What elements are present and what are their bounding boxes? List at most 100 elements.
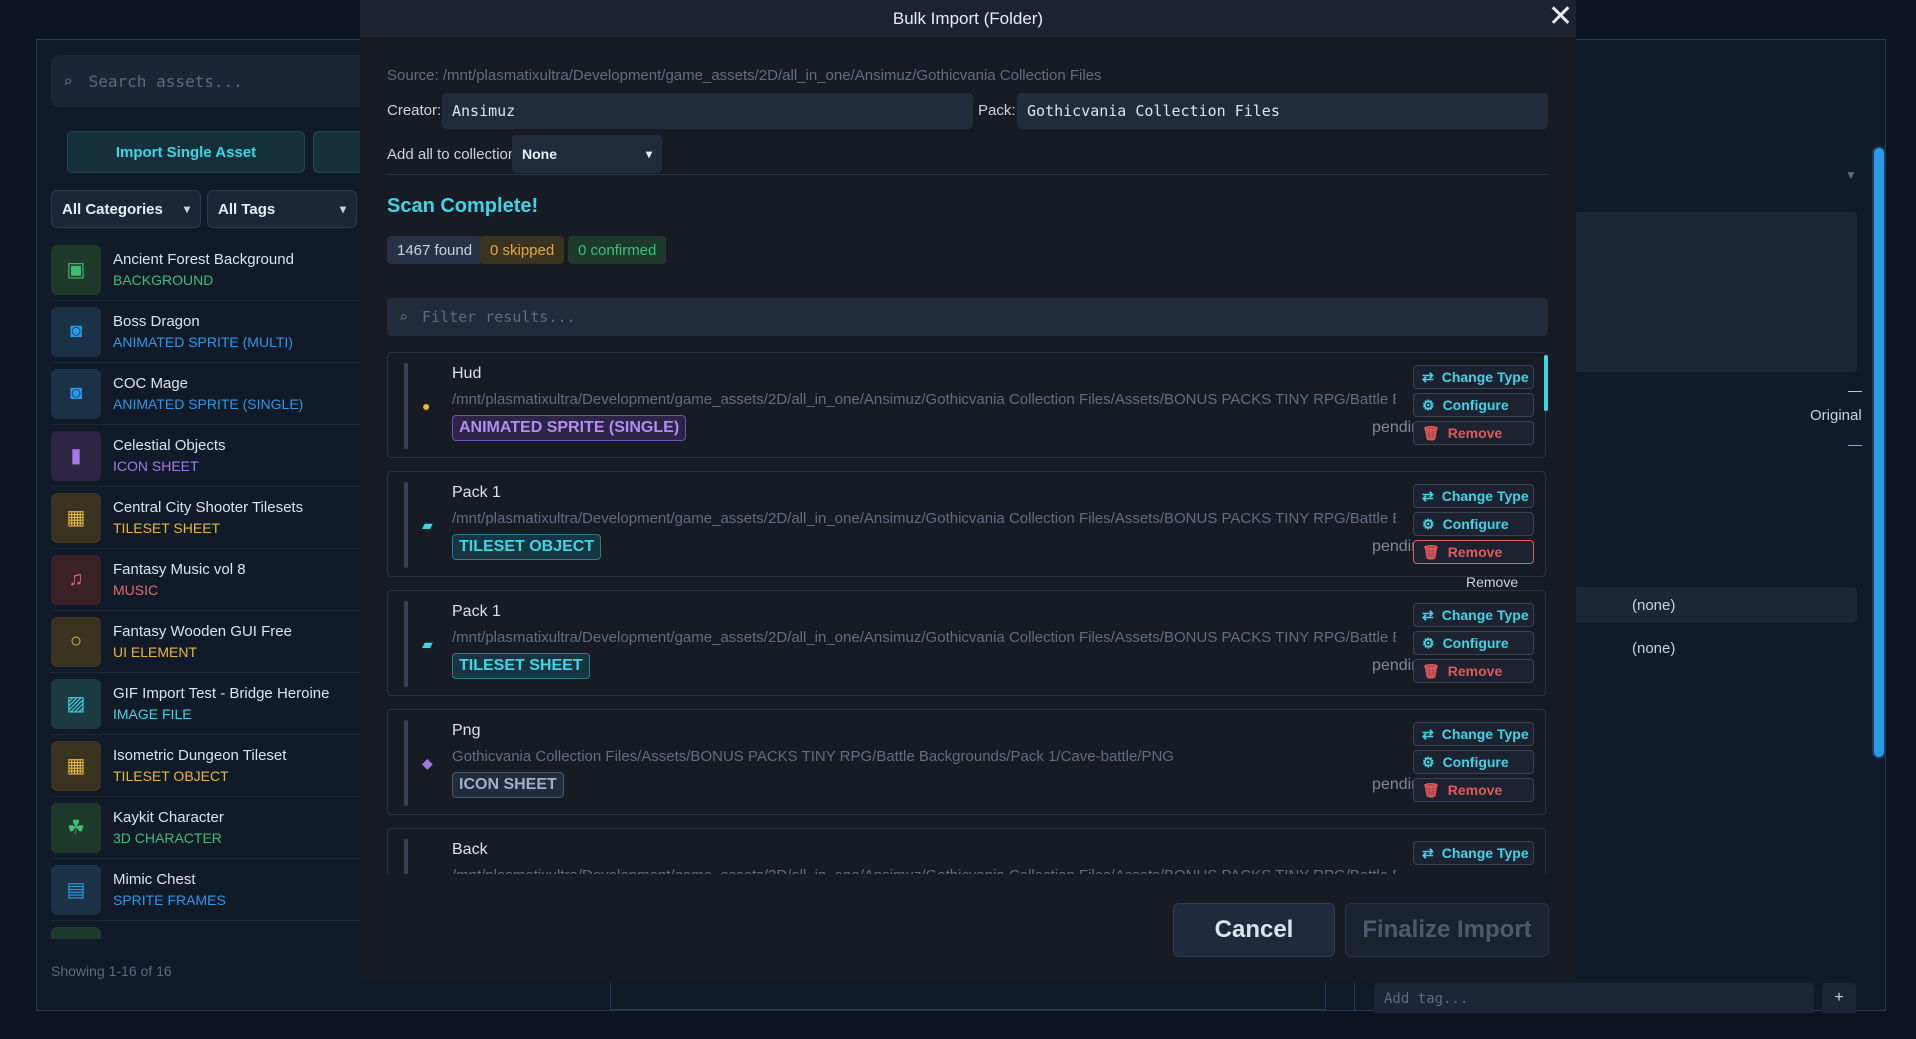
gear-icon: ⚙ [1422,515,1435,532]
asset-type-icon: ▰ [422,636,433,652]
details-field-value[interactable]: (none) [1574,587,1857,623]
card-accent-bar [404,720,408,806]
asset-list-item[interactable]: ▮ Celestial Objects ICON SHEET [51,425,361,487]
chevron-down-icon[interactable]: ▼ [1845,168,1857,182]
results-scrollbar-thumb[interactable] [1544,355,1548,411]
asset-name: Central City Shooter Tilesets [113,499,304,516]
asset-list-item[interactable]: ▣ Ancient Forest Background BACKGROUND [51,239,361,301]
map-icon: ▮ [51,430,101,481]
remove-button[interactable]: 🗑 Remove [1413,421,1534,445]
asset-type: MUSIC [113,582,159,598]
result-name: Back [452,841,488,858]
configure-button[interactable]: ⚙ Configure [1413,393,1534,417]
result-card: Back/mnt/plasmatixultra/Development/game… [387,828,1546,874]
result-path: /mnt/plasmatixultra/Development/game_ass… [452,867,1396,874]
asset-type: ANIMATED SPRITE (SINGLE) [113,396,304,412]
collection-select[interactable]: None ▾ [512,135,662,173]
import-single-asset-button[interactable]: Import Single Asset [67,131,305,173]
chevron-down-icon: ▾ [339,202,346,216]
search-icon: ⌕ [63,71,73,91]
asset-name: COC Mage [113,375,189,392]
trash-icon: 🗑 [1422,543,1440,560]
collection-label: Add all to collection: [387,146,521,163]
remove-button[interactable]: 🗑 Remove [1413,659,1534,683]
result-name: Hud [452,365,482,382]
confirmed-badge: 0 confirmed [568,236,667,264]
asset-name: Boss Dragon [113,313,200,330]
remove-button[interactable]: 🗑 Remove [1413,778,1534,802]
pack-field[interactable]: Gothicvania Collection Files [1017,93,1548,129]
asset-list-item[interactable]: ▦ Central City Shooter Tilesets TILESET SH… [51,487,361,549]
asset-list-item[interactable]: ◙ COC Mage ANIMATED SPRITE (SINGLE) [51,363,361,425]
card-accent-bar [404,363,408,449]
original-label: Original [1810,407,1862,424]
details-dash: — [1848,436,1862,452]
trash-icon: 🗑 [1422,424,1440,441]
picture-icon: ▨ [51,678,101,729]
details-dash: — [1848,382,1862,398]
creator-field[interactable]: Ansimuz [442,93,973,129]
asset-type-icon: ▰ [422,517,433,533]
configure-button[interactable]: ⚙ Configure [1413,631,1534,655]
filter-results-input[interactable]: ⌕ Filter results... [387,298,1548,336]
asset-list-item[interactable]: ♫ Fantasy Music vol 8 MUSIC [51,549,361,611]
asset-list-item[interactable]: ▣PSX Mega Pack [51,921,361,939]
asset-list-item[interactable]: ☘ Kaykit Character 3D CHARACTER [51,797,361,859]
add-tag-button[interactable]: + [1822,983,1856,1013]
add-tag-input[interactable]: Add tag... [1374,983,1814,1013]
change-type-button[interactable]: ⇄ Change Type [1413,722,1534,746]
result-card: ◆ Png Gothicvania Collection Files/Assets/… [387,709,1546,815]
finalize-import-button[interactable]: Finalize Import [1345,903,1549,957]
change-type-button[interactable]: ⇄ Change Type [1413,365,1534,389]
change-type-button[interactable]: ⇄ Change Type [1413,841,1534,865]
result-name: Png [452,722,481,739]
pack-label: Pack: [978,102,1016,119]
source-path: Source: /mnt/plasmatixultra/Development/… [387,67,1102,84]
frames-icon: ▤ [51,864,101,915]
result-path: /mnt/plasmatixultra/Development/game_ass… [452,629,1396,646]
asset-type: TILESET OBJECT [113,768,229,784]
configure-button[interactable]: ⚙ Configure [1413,750,1534,774]
asset-name: Celestial Objects [113,437,226,454]
configure-button[interactable]: ⚙ Configure [1413,512,1534,536]
music-icon: ♫ [51,554,101,605]
sprite-icon: ◙ [51,306,101,357]
result-type-badge: TILESET SHEET [452,653,590,679]
result-type-badge: TILESET OBJECT [452,534,602,560]
asset-list-item[interactable]: ○ Fantasy Wooden GUI Free UI ELEMENT [51,611,361,673]
creator-label: Creator: [387,102,442,119]
remove-button[interactable]: 🗑 Remove [1413,540,1534,564]
image-icon: ▣ [51,244,101,295]
chevron-down-icon: ▾ [183,202,190,216]
result-path: /mnt/plasmatixultra/Development/game_ass… [452,510,1396,527]
asset-list-item[interactable]: ▦ Isometric Dungeon Tileset TILESET OBJECT [51,735,361,797]
search-icon: ⌕ [399,308,409,326]
asset-name: Mimic Chest [113,871,196,888]
swap-icon: ⇄ [1422,844,1434,861]
details-scrollbar-thumb[interactable] [1874,148,1884,757]
asset-name: Isometric Dungeon Tileset [113,747,287,764]
results-list: ● Hud/mnt/plasmatixultra/Development/game… [387,352,1548,874]
asset-list-item[interactable]: ◙ Boss Dragon ANIMATED SPRITE (MULTI) [51,301,361,363]
change-type-button[interactable]: ⇄ Change Type [1413,484,1534,508]
asset-list-item[interactable]: ▨ GIF Import Test - Bridge Heroine IMAGE F… [51,673,361,735]
cancel-button[interactable]: Cancel [1173,903,1335,957]
character-icon: ☘ [51,802,101,853]
pack-icon: ▣ [51,926,101,939]
asset-name: Kaykit Character [113,809,224,826]
asset-type: SPRITE FRAMES [113,892,226,908]
change-type-button[interactable]: ⇄ Change Type [1413,603,1534,627]
close-icon[interactable]: ✕ [1548,2,1573,32]
search-placeholder: Search assets... [88,71,243,91]
grid-icon: ▦ [51,492,101,543]
pagination-info: Showing 1-16 of 16 [51,963,172,979]
asset-type: TILESET SHEET [113,520,221,536]
asset-list-item[interactable]: ▤ Mimic Chest SPRITE FRAMES [51,859,361,921]
tag-filter[interactable]: All Tags ▾ [207,190,357,228]
category-filter[interactable]: All Categories ▾ [51,190,201,228]
scan-status-title: Scan Complete! [387,195,539,217]
grid-icon: ▦ [51,740,101,791]
result-card: ● Hud/mnt/plasmatixultra/Development/game… [387,352,1546,458]
swap-icon: ⇄ [1422,487,1434,504]
result-name: Pack 1 [452,484,501,501]
